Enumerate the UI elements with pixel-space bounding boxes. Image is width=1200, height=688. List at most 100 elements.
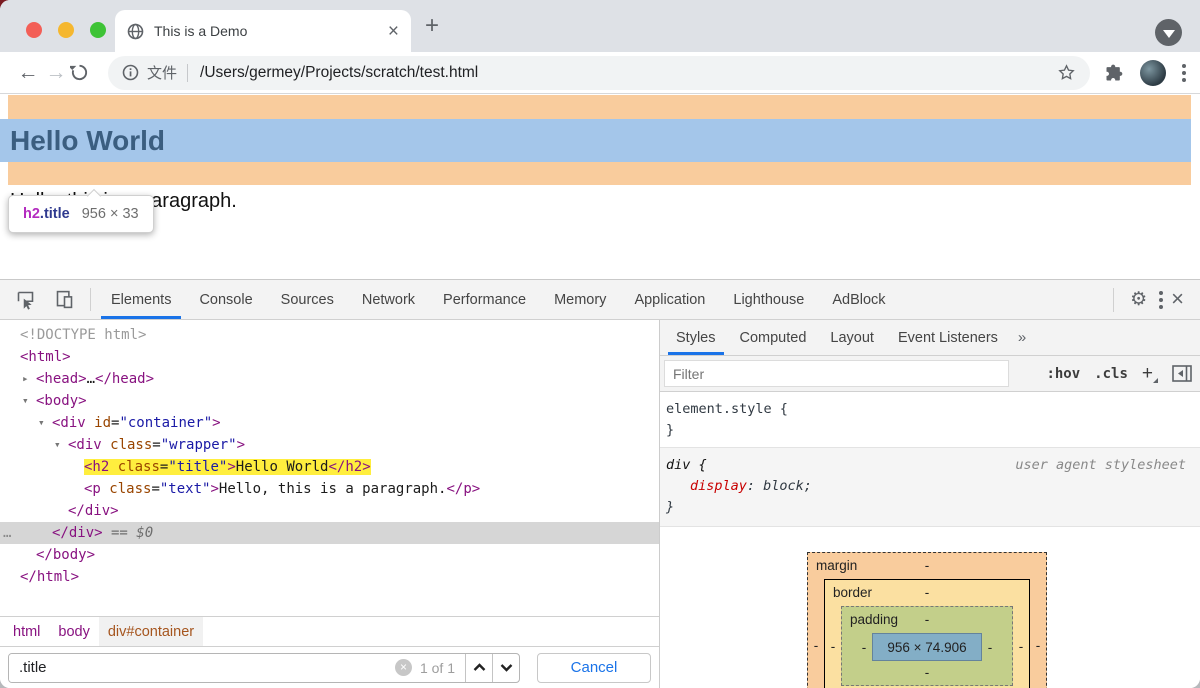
breadcrumb-item-html[interactable]: html: [4, 617, 49, 646]
dom-node-markup: <p class="text">Hello, this is a paragra…: [84, 481, 481, 497]
dom-tree-row[interactable]: ▸ <head>…</head>: [0, 368, 659, 390]
minimize-window-button[interactable]: [58, 22, 74, 38]
tab-close-icon[interactable]: ×: [388, 22, 399, 41]
collapse-arrow-icon[interactable]: ▾: [54, 434, 68, 456]
padding-left-value[interactable]: -: [856, 640, 872, 655]
extensions-puzzle-icon[interactable]: [1104, 63, 1124, 83]
clear-search-icon[interactable]: ×: [394, 659, 412, 676]
devtools-tab-network[interactable]: Network: [348, 280, 429, 319]
margin-right-value[interactable]: -: [1030, 638, 1046, 653]
row-ellipsis-icon[interactable]: …: [3, 522, 12, 544]
padding-bottom-value[interactable]: -: [925, 665, 930, 680]
styles-tab-layout[interactable]: Layout: [818, 320, 886, 355]
devtools-tab-lighthouse[interactable]: Lighthouse: [719, 280, 818, 319]
browser-menu-icon[interactable]: [1182, 63, 1186, 82]
styles-tab-computed[interactable]: Computed: [728, 320, 819, 355]
next-match-button[interactable]: [492, 653, 519, 682]
forward-button: →: [45, 60, 67, 84]
dom-tree-row[interactable]: ▾ <div id="container">: [0, 412, 659, 434]
styles-pane: StylesComputedLayoutEvent Listeners» :ho…: [660, 320, 1200, 688]
page-viewport: Hello World Hello, this is a paragraph. …: [0, 94, 1200, 279]
dom-tree-row[interactable]: </div>: [0, 500, 659, 522]
url-text[interactable]: /Users/germey/Projects/scratch/test.html: [200, 64, 1057, 82]
devtools-tab-performance[interactable]: Performance: [429, 280, 540, 319]
border-top-value[interactable]: -: [925, 585, 930, 600]
device-toolbar-icon[interactable]: [45, 280, 84, 319]
dom-tree-row[interactable]: <h2 class="title">Hello World</h2>: [0, 456, 659, 478]
styles-tab-event-listeners[interactable]: Event Listeners: [886, 320, 1010, 355]
styles-toolbar-right: :hov .cls +: [1046, 363, 1192, 385]
back-button[interactable]: ←: [14, 61, 42, 85]
more-tabs-icon[interactable]: »: [1010, 320, 1034, 355]
devtools-tab-memory[interactable]: Memory: [540, 280, 620, 319]
dom-tree-row[interactable]: ▾ <div class="wrapper">: [0, 434, 659, 456]
dom-tree-row[interactable]: </body>: [0, 544, 659, 566]
settings-gear-icon[interactable]: ⚙: [1120, 288, 1157, 311]
search-input[interactable]: [9, 653, 395, 682]
cancel-button[interactable]: Cancel: [537, 652, 651, 683]
margin-highlight-top: [8, 95, 1191, 119]
box-model-diagram[interactable]: margin - - border - - padding - - 956 × …: [807, 552, 1047, 688]
toggle-element-state-button[interactable]: :hov: [1046, 366, 1080, 382]
border-left-value[interactable]: -: [825, 639, 841, 654]
dom-node-markup: <body>: [36, 393, 87, 409]
border-right-value[interactable]: -: [1013, 639, 1029, 654]
devtools-main: <!DOCTYPE html> <html> ▸ <head>…</head> ▾ <bo…: [0, 320, 1200, 688]
devtools-tab-adblock[interactable]: AdBlock: [818, 280, 899, 319]
reload-button[interactable]: [70, 63, 98, 82]
new-tab-button[interactable]: +: [425, 14, 439, 38]
user-agent-rule[interactable]: div { user agent stylesheet display: blo…: [660, 448, 1200, 527]
computed-sidebar-toggle-icon[interactable]: [1172, 365, 1192, 382]
margin-top-value[interactable]: -: [925, 558, 930, 573]
dom-node-markup: </div>: [68, 503, 119, 519]
styles-rules: element.style { } div { user agent style…: [660, 392, 1200, 688]
devtools-tab-console[interactable]: Console: [185, 280, 266, 319]
dom-tree-row[interactable]: ▾ <body>: [0, 390, 659, 412]
dom-tree-row[interactable]: <!DOCTYPE html>: [0, 324, 659, 346]
bookmark-star-icon[interactable]: [1057, 63, 1076, 82]
padding-top-value[interactable]: -: [925, 612, 930, 627]
styles-filter-input[interactable]: [664, 360, 1009, 387]
dom-tree-row[interactable]: <html>: [0, 346, 659, 368]
collapse-arrow-icon[interactable]: ▾: [22, 390, 36, 412]
devtools-tab-elements[interactable]: Elements: [97, 280, 185, 319]
dom-node-markup: </html>: [20, 569, 80, 585]
new-style-rule-button[interactable]: +: [1142, 363, 1159, 385]
browser-tab[interactable]: This is a Demo ×: [115, 10, 411, 52]
url-divider: [187, 63, 189, 82]
dom-tree-row[interactable]: … </div> == $0: [0, 522, 659, 544]
dom-tree-row[interactable]: </html>: [0, 566, 659, 588]
styles-tab-styles[interactable]: Styles: [664, 320, 728, 355]
element-classes-button[interactable]: .cls: [1094, 366, 1128, 382]
info-icon[interactable]: [122, 64, 139, 81]
margin-left-value[interactable]: -: [808, 638, 824, 653]
styles-filter-row: :hov .cls +: [660, 356, 1200, 392]
profile-avatar[interactable]: [1140, 59, 1166, 86]
tab-search-dropdown-button[interactable]: [1155, 19, 1182, 46]
inspect-tooltip: h2 .title 956 × 33: [8, 195, 154, 233]
breadcrumb-item-body[interactable]: body: [49, 617, 98, 646]
browser-window: This is a Demo × + ← → 文件 /Users/germey/…: [0, 0, 1200, 688]
search-field-group: × 1 of 1: [8, 652, 520, 683]
devtools-tab-sources[interactable]: Sources: [267, 280, 348, 319]
ua-origin: user agent stylesheet: [1015, 457, 1186, 473]
elements-search-bar: × 1 of 1 Cancel: [0, 646, 659, 688]
box-model-content[interactable]: 956 × 74.906: [872, 633, 982, 661]
dom-node-markup: <div class="wrapper">: [68, 437, 246, 453]
breadcrumb-item-div-container[interactable]: div#container: [98, 617, 204, 646]
inspect-element-icon[interactable]: [6, 280, 45, 319]
dom-node-markup: <!DOCTYPE html>: [20, 327, 147, 343]
content-highlight: [0, 119, 1191, 162]
address-bar[interactable]: 文件 /Users/germey/Projects/scratch/test.h…: [108, 55, 1090, 90]
element-style-rule[interactable]: element.style { }: [660, 392, 1200, 448]
toolbar-divider: [90, 288, 91, 311]
previous-match-button[interactable]: [465, 653, 492, 682]
dom-tree-row[interactable]: <p class="text">Hello, this is a paragra…: [0, 478, 659, 500]
close-window-button[interactable]: [26, 22, 42, 38]
devtools-tab-application[interactable]: Application: [620, 280, 719, 319]
collapse-arrow-icon[interactable]: ▾: [38, 412, 52, 434]
devtools-close-icon[interactable]: ×: [1163, 286, 1194, 314]
expand-arrow-icon[interactable]: ▸: [22, 368, 36, 390]
maximize-window-button[interactable]: [90, 22, 106, 38]
padding-right-value[interactable]: -: [982, 640, 998, 655]
